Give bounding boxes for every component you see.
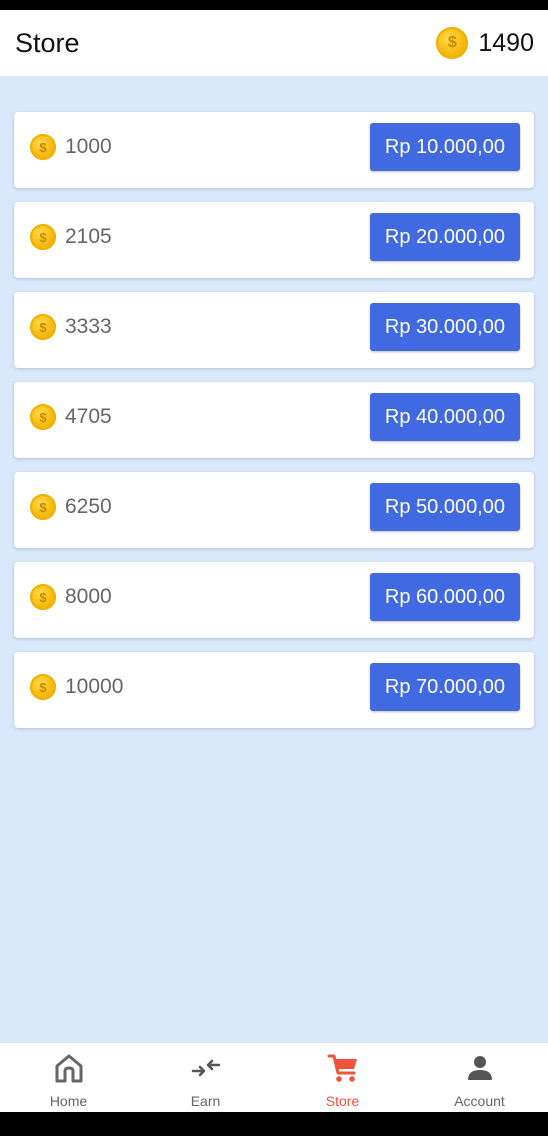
- coin-icon: $: [30, 584, 56, 610]
- nav-item-account[interactable]: Account: [411, 1043, 548, 1112]
- store-item: $ 4705 Rp 40.000,00: [14, 382, 534, 458]
- buy-button[interactable]: Rp 60.000,00: [369, 573, 520, 621]
- coin-amount: 6250: [65, 495, 112, 518]
- nav-label-account: Account: [454, 1093, 505, 1109]
- coin-icon: $: [30, 314, 56, 340]
- store-item: $ 3333 Rp 30.000,00: [14, 292, 534, 368]
- app-bar: Store $ 1490: [0, 10, 548, 76]
- coin-icon: $: [436, 27, 469, 59]
- coin-amount: 1000: [65, 135, 112, 158]
- buy-button[interactable]: Rp 70.000,00: [369, 663, 520, 711]
- status-bar: [0, 0, 548, 10]
- coin-icon: $: [30, 674, 56, 700]
- coin-icon: $: [30, 494, 56, 520]
- swap-arrows-icon: [189, 1051, 223, 1085]
- nav-item-store[interactable]: Store: [274, 1043, 411, 1112]
- coin-amount: 3333: [65, 315, 112, 338]
- store-item: $ 1000 Rp 10.000,00: [14, 112, 534, 188]
- coin-icon: $: [30, 134, 56, 160]
- bottom-nav: Home Earn Store Account: [0, 1042, 548, 1112]
- person-icon: [463, 1051, 497, 1085]
- coin-amount: 8000: [65, 585, 112, 608]
- coin-balance: $ 1490: [436, 27, 534, 59]
- nav-item-earn[interactable]: Earn: [137, 1043, 274, 1112]
- coin-icon: $: [30, 404, 56, 430]
- nav-label-earn: Earn: [190, 1093, 221, 1109]
- coin-amount: 4705: [65, 405, 112, 428]
- store-item: $ 10000 Rp 70.000,00: [14, 652, 534, 728]
- coin-icon: $: [30, 224, 56, 250]
- buy-button[interactable]: Rp 40.000,00: [369, 393, 520, 441]
- cart-icon: [326, 1051, 360, 1085]
- nav-item-home[interactable]: Home: [0, 1043, 137, 1112]
- balance-value: 1490: [478, 28, 534, 57]
- store-list: $ 1000 Rp 10.000,00 $ 2105 Rp 20.000,00 …: [0, 76, 548, 1042]
- buy-button[interactable]: Rp 20.000,00: [369, 213, 520, 261]
- store-item: $ 2105 Rp 20.000,00: [14, 202, 534, 278]
- nav-label-store: Store: [325, 1093, 360, 1109]
- system-nav-bar: [0, 1112, 548, 1136]
- buy-button[interactable]: Rp 30.000,00: [369, 303, 520, 351]
- page-title: Store: [15, 27, 80, 58]
- coin-amount: 2105: [65, 225, 112, 248]
- nav-label-home: Home: [49, 1093, 88, 1109]
- store-item: $ 6250 Rp 50.000,00: [14, 472, 534, 548]
- store-item: $ 8000 Rp 60.000,00: [14, 562, 534, 638]
- home-icon: [52, 1051, 86, 1085]
- buy-button[interactable]: Rp 50.000,00: [369, 483, 520, 531]
- buy-button[interactable]: Rp 10.000,00: [369, 123, 520, 171]
- coin-amount: 10000: [65, 675, 124, 698]
